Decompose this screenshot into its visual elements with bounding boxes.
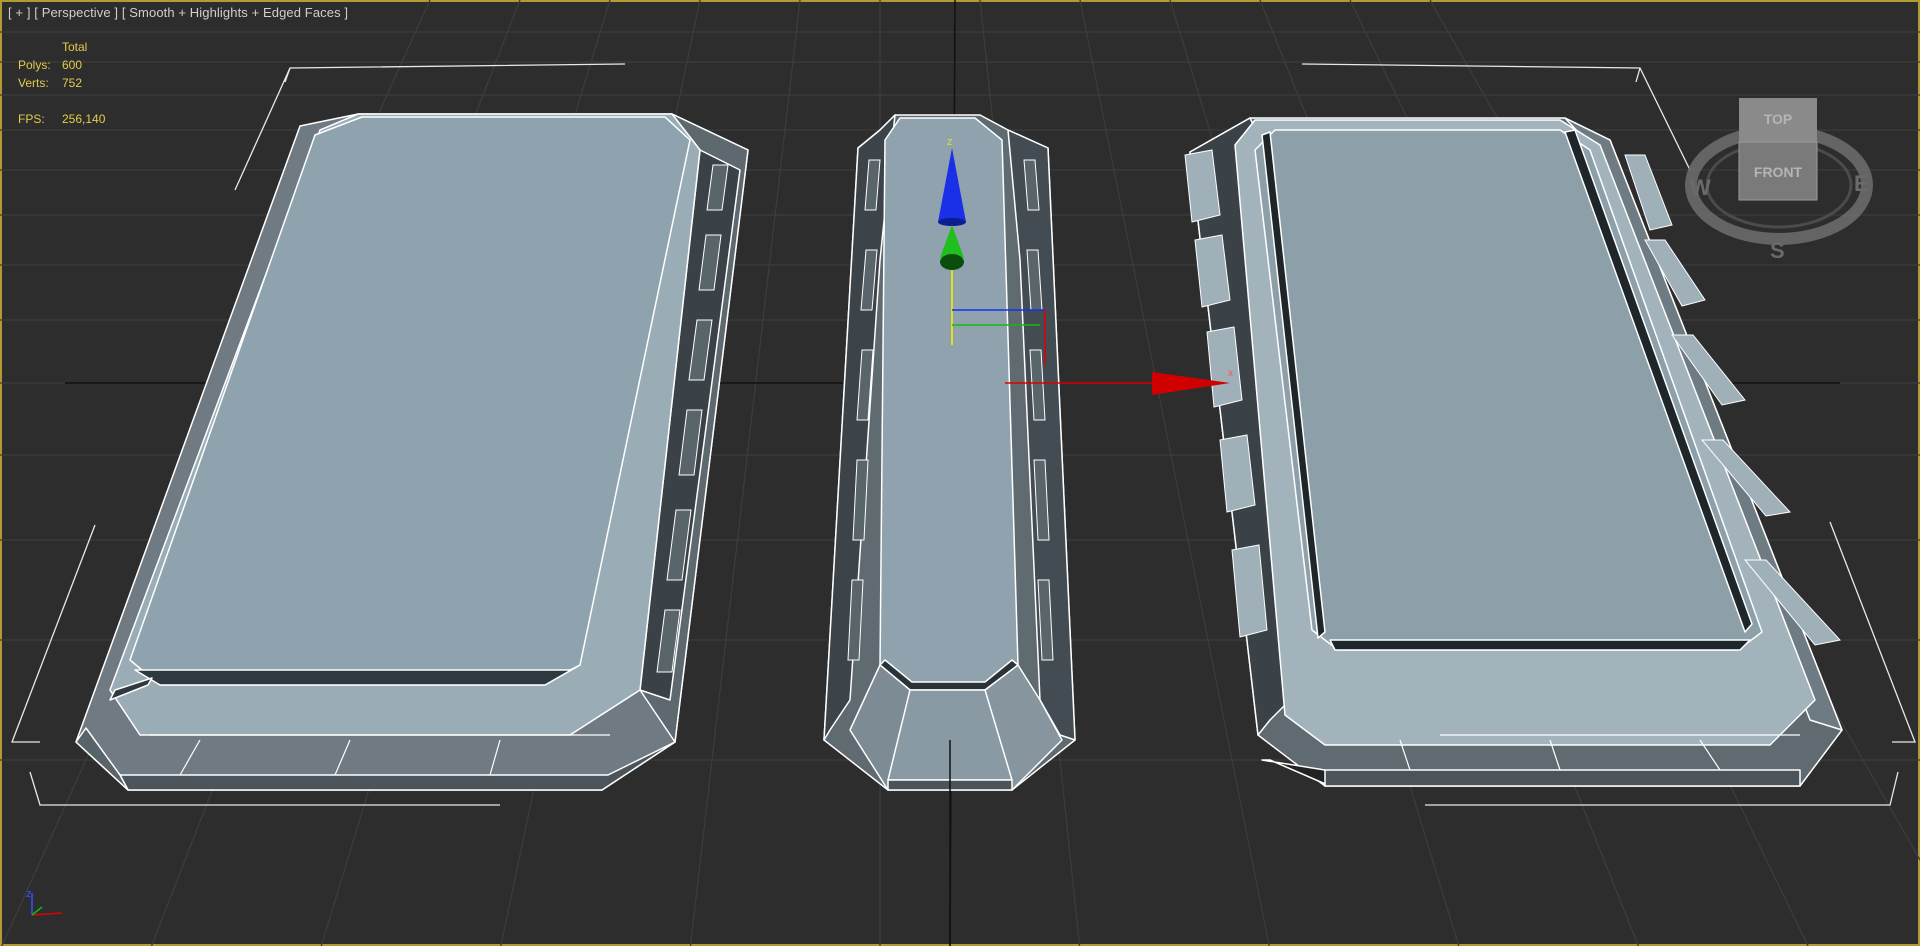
compass-west-label[interactable]: W [1690, 175, 1711, 200]
verts-label: Verts: [18, 76, 49, 90]
viewport-menu-button[interactable]: [ + ] [8, 5, 31, 20]
compass-south-label[interactable]: S [1770, 238, 1785, 260]
viewport-label: [ + ] [ Perspective ] [ Smooth + Highlig… [8, 5, 348, 20]
fps-label: FPS: [18, 112, 45, 126]
perspective-viewport[interactable]: z x [ + ] [ Perspective ] [ Smooth + Hig… [0, 0, 1920, 946]
viewport-point-of-view-button[interactable]: [ Perspective ] [34, 5, 118, 20]
viewcube-front-label: FRONT [1754, 164, 1803, 180]
axis-tripod-z-label: z [26, 888, 32, 900]
compass-east-label[interactable]: E [1854, 171, 1869, 196]
viewport-shading-button[interactable]: [ Smooth + Highlights + Edged Faces ] [122, 5, 348, 20]
gizmo-x-label: x [1228, 368, 1233, 379]
axis-tripod: z [26, 888, 63, 916]
verts-value: 752 [62, 76, 83, 90]
polys-label: Polys: [18, 58, 51, 72]
gizmo-z-label: z [947, 136, 953, 148]
scene-canvas[interactable]: z x [0, 0, 1920, 946]
stats-header: Total [62, 40, 88, 54]
viewcube-top-label: TOP [1764, 111, 1793, 127]
fps-value: 256,140 [62, 112, 106, 126]
polys-value: 600 [62, 58, 83, 72]
viewcube[interactable]: TOP FRONT W E S [1684, 90, 1874, 260]
